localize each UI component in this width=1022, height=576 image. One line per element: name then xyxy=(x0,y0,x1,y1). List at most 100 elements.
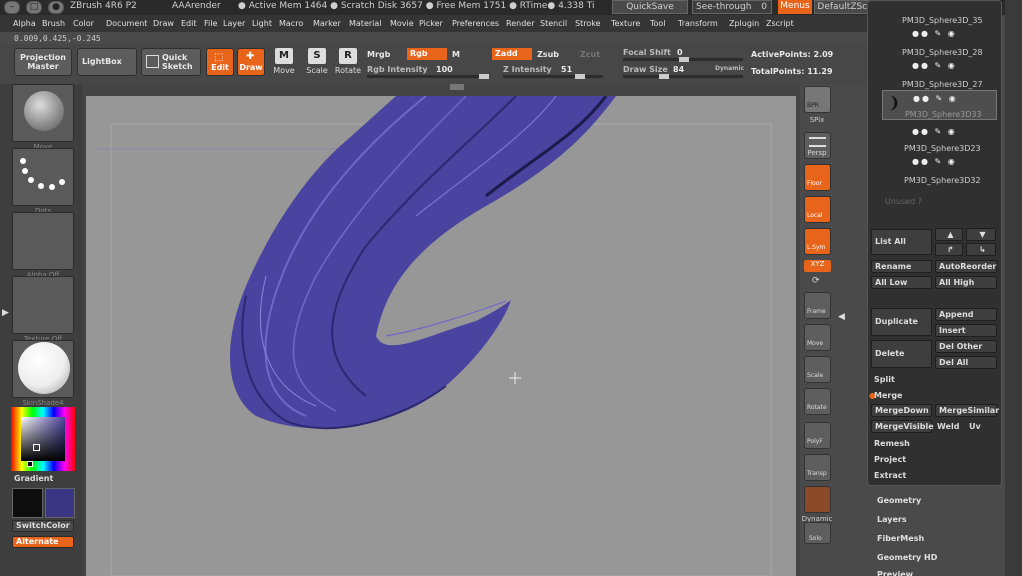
right-tray-arrow-icon[interactable]: ◀ xyxy=(838,312,845,322)
mrgb-button[interactable]: Mrgb xyxy=(367,50,390,59)
menu-document[interactable]: Document xyxy=(106,19,147,28)
mergesimilar-button[interactable]: MergeSimilar xyxy=(935,404,999,417)
append-button[interactable]: Append xyxy=(935,308,997,321)
rotate-tool-button[interactable]: R Rotate xyxy=(333,48,363,78)
zsub-button[interactable]: Zsub xyxy=(537,50,559,59)
focal-shift-handle[interactable] xyxy=(679,57,689,62)
fibermesh-menu[interactable]: FiberMesh xyxy=(877,534,924,543)
color-square[interactable] xyxy=(21,417,65,461)
zadd-button[interactable]: Zadd xyxy=(492,48,532,60)
focal-shift-slider[interactable] xyxy=(623,57,743,62)
subtool-item-controls[interactable]: ●● ✎ ◉ xyxy=(912,61,957,70)
menu-stencil[interactable]: Stencil xyxy=(540,19,567,28)
subtool-item[interactable]: PM3D_Sphere3D23 xyxy=(904,144,981,153)
menu-color[interactable]: Color xyxy=(73,19,94,28)
main-color-swatch[interactable] xyxy=(12,488,43,518)
geometry-menu[interactable]: Geometry xyxy=(877,496,921,505)
gradient-label[interactable]: Gradient xyxy=(14,474,53,483)
menu-marker[interactable]: Marker xyxy=(313,19,341,28)
stroke-thumbnail[interactable]: Dots xyxy=(12,148,74,215)
move-down-right-button[interactable]: ↳ xyxy=(966,243,996,256)
subtool-item-controls[interactable]: ●● ✎ ◉ xyxy=(913,94,958,103)
layers-menu[interactable]: Layers xyxy=(877,515,907,524)
menu-zscript[interactable]: Zscript xyxy=(766,19,794,28)
menu-texture[interactable]: Texture xyxy=(611,19,640,28)
subtool-item[interactable]: PM3D_Sphere3D_27 xyxy=(902,80,983,89)
preview-menu[interactable]: Preview xyxy=(877,570,913,576)
rgb-intensity-slider[interactable] xyxy=(367,74,489,79)
edit-button[interactable]: ⬚ Edit xyxy=(206,48,234,76)
lightbox-button[interactable]: LightBox xyxy=(77,48,137,76)
local-button[interactable]: Local xyxy=(804,196,831,223)
project-menu[interactable]: Project xyxy=(874,455,906,464)
menu-material[interactable]: Material xyxy=(349,19,382,28)
all-low-button[interactable]: All Low xyxy=(871,276,932,289)
list-all-button[interactable]: List All xyxy=(871,229,932,255)
left-tray-arrow-icon[interactable]: ▶ xyxy=(2,308,9,318)
move-up-right-button[interactable]: ↱ xyxy=(935,243,963,256)
menu-light[interactable]: Light xyxy=(252,19,272,28)
bpr-button[interactable]: BPR xyxy=(804,86,831,113)
menu-zplugin[interactable]: Zplugin xyxy=(729,19,759,28)
del-all-button[interactable]: Del All xyxy=(935,356,997,369)
projection-master-button[interactable]: Projection Master xyxy=(14,48,72,76)
menu-movie[interactable]: Movie xyxy=(390,19,414,28)
del-other-button[interactable]: Del Other xyxy=(935,340,997,353)
scale-view-button[interactable]: Scale xyxy=(804,356,831,383)
draw-button[interactable]: ✚ Draw xyxy=(237,48,265,76)
transp-button[interactable]: Transp xyxy=(804,454,831,481)
menu-edit[interactable]: Edit xyxy=(181,19,197,28)
alpha-thumbnail[interactable]: Alpha Off xyxy=(12,212,74,279)
subtool-item-controls[interactable]: ●● ✎ ◉ xyxy=(912,29,957,38)
dynamic-toggle[interactable]: Dynamic xyxy=(715,65,744,72)
all-high-button[interactable]: All High xyxy=(935,276,997,289)
menu-draw[interactable]: Draw xyxy=(153,19,174,28)
draw-size-handle[interactable] xyxy=(659,74,669,79)
menu-layer[interactable]: Layer xyxy=(223,19,245,28)
m-button[interactable]: M xyxy=(452,50,460,59)
move-up-button[interactable]: ▲ xyxy=(935,228,963,241)
move-down-button[interactable]: ▼ xyxy=(966,228,996,241)
lsym-button[interactable]: L.Sym xyxy=(804,228,831,255)
menu-picker[interactable]: Picker xyxy=(419,19,443,28)
z-intensity-slider[interactable] xyxy=(503,74,603,79)
menu-preferences[interactable]: Preferences xyxy=(452,19,499,28)
color-picker[interactable] xyxy=(11,407,75,471)
solo-button[interactable]: Solo xyxy=(804,522,831,544)
ghost-button[interactable] xyxy=(804,486,831,513)
rotate-axis-icon[interactable]: ⟳ xyxy=(812,276,820,286)
document-canvas[interactable] xyxy=(86,96,796,576)
extract-menu[interactable]: Extract xyxy=(874,471,906,480)
floor-button[interactable]: Floor xyxy=(804,164,831,191)
rgb-button[interactable]: Rgb xyxy=(407,48,447,60)
draw-size-slider[interactable] xyxy=(623,74,743,79)
minimize-icon[interactable]: – xyxy=(4,1,20,14)
menu-macro[interactable]: Macro xyxy=(279,19,303,28)
rotate-view-button[interactable]: Rotate xyxy=(804,388,831,415)
xyz-button[interactable]: XYZ xyxy=(804,260,831,272)
remesh-menu[interactable]: Remesh xyxy=(874,439,910,448)
delete-button[interactable]: Delete xyxy=(871,340,932,368)
move-view-button[interactable]: Move xyxy=(804,324,831,351)
menu-alpha[interactable]: Alpha xyxy=(13,19,36,28)
close-icon[interactable]: ● xyxy=(48,1,64,14)
insert-button[interactable]: Insert xyxy=(935,324,997,337)
menu-file[interactable]: File xyxy=(204,19,217,28)
quicksave-button[interactable]: QuickSave xyxy=(612,0,688,14)
rgb-intensity-handle[interactable] xyxy=(479,74,489,79)
weld-toggle[interactable]: Weld xyxy=(937,422,959,431)
rename-button[interactable]: Rename xyxy=(871,260,932,273)
polyf-button[interactable]: PolyF xyxy=(804,422,831,449)
move-tool-button[interactable]: M Move xyxy=(269,48,299,78)
menus-button[interactable]: Menus xyxy=(778,0,812,14)
menu-render[interactable]: Render xyxy=(506,19,534,28)
menu-stroke[interactable]: Stroke xyxy=(575,19,601,28)
geometry-hd-menu[interactable]: Geometry HD xyxy=(877,553,937,562)
subtool-item-controls[interactable]: ●● ✎ ◉ xyxy=(912,157,957,166)
autoreorder-button[interactable]: AutoReorder xyxy=(935,260,997,273)
menu-brush[interactable]: Brush xyxy=(42,19,65,28)
material-thumbnail[interactable]: SkinShade4 xyxy=(12,340,74,407)
subtool-item[interactable]: PM3D_Sphere3D_28 xyxy=(902,48,983,57)
menu-tool[interactable]: Tool xyxy=(650,19,666,28)
menu-transform[interactable]: Transform xyxy=(678,19,718,28)
